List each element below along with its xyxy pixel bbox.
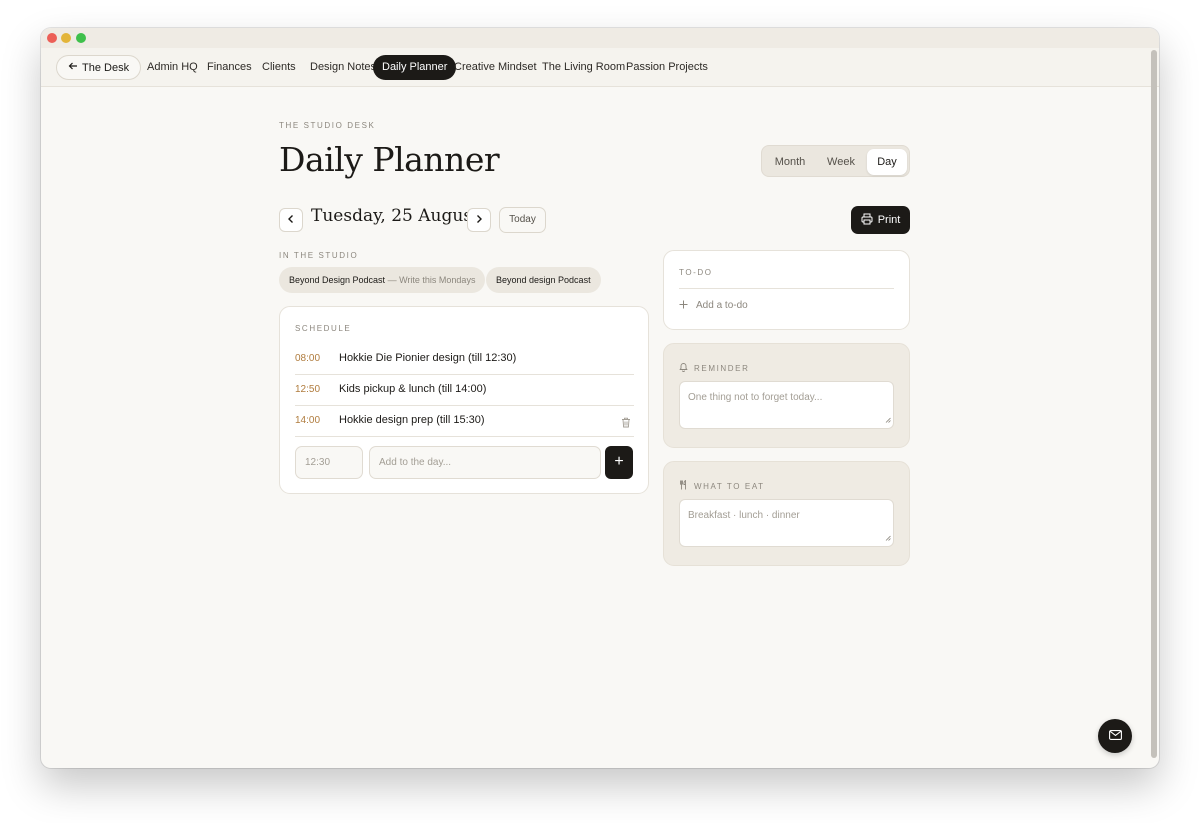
- message-button[interactable]: [1098, 719, 1132, 753]
- current-date: Tuesday, 25 August: [311, 206, 479, 226]
- studio-chip-title: Beyond Design Podcast: [289, 275, 386, 285]
- add-to-day-input[interactable]: Add to the day...: [369, 446, 601, 479]
- todo-heading: TO-DO: [679, 268, 713, 277]
- next-day-button[interactable]: [467, 208, 491, 232]
- studio-chip-title: Beyond design Podcast: [496, 275, 591, 285]
- schedule-heading: SCHEDULE: [295, 324, 352, 333]
- todo-divider: [679, 288, 894, 289]
- schedule-text: Kids pickup & lunch (till 14:00): [339, 383, 487, 395]
- minimize-window-button[interactable]: [61, 33, 71, 43]
- back-to-desk-button[interactable]: The Desk: [56, 55, 142, 80]
- nav-item-finances[interactable]: Finances: [207, 55, 252, 80]
- schedule-time: 14:00: [295, 415, 321, 426]
- add-todo-button[interactable]: Add a to-do: [679, 296, 748, 314]
- schedule-row[interactable]: 14:00 Hokkie design prep (till 15:30): [295, 406, 634, 437]
- zoom-window-button[interactable]: [76, 33, 86, 43]
- add-schedule-button[interactable]: +: [605, 446, 633, 479]
- schedule-text: Hokkie design prep (till 15:30): [339, 414, 485, 426]
- studio-chip[interactable]: Beyond design Podcast: [486, 267, 601, 293]
- page-scrollbar[interactable]: [1151, 50, 1157, 758]
- reminder-textarea[interactable]: One thing not to forget today...: [679, 381, 894, 429]
- view-week-button[interactable]: Week: [816, 149, 866, 175]
- what-to-eat-textarea[interactable]: Breakfast · lunch · dinner: [679, 499, 894, 547]
- print-button[interactable]: Print: [851, 206, 910, 234]
- nav-item-design-notes[interactable]: Design Notes: [310, 55, 376, 80]
- studio-chip-note: — Write this Mondays: [387, 275, 476, 285]
- nav-item-passion-projects[interactable]: Passion Projects: [626, 55, 708, 80]
- schedule-time: 12:50: [295, 384, 321, 395]
- utensils-icon: [679, 477, 688, 495]
- previous-day-button[interactable]: [279, 208, 303, 232]
- chevron-left-icon: [286, 211, 296, 229]
- close-window-button[interactable]: [47, 33, 57, 43]
- nav-item-admin-hq[interactable]: Admin HQ: [147, 55, 198, 80]
- what-to-eat-heading: WHAT TO EAT: [694, 481, 765, 491]
- reminder-heading: REMINDER: [694, 363, 750, 373]
- schedule-row[interactable]: 12:50 Kids pickup & lunch (till 14:00): [295, 375, 634, 406]
- chevron-right-icon: [474, 211, 484, 229]
- add-todo-label: Add a to-do: [696, 299, 748, 311]
- app-window: The Desk Admin HQ Finances Clients Desig…: [41, 28, 1159, 768]
- studio-chip[interactable]: Beyond Design Podcast — Write this Monda…: [279, 267, 486, 293]
- nav-item-creative-mindset[interactable]: Creative Mindset: [454, 55, 537, 80]
- view-month-button[interactable]: Month: [765, 149, 815, 175]
- mail-icon: [1108, 727, 1122, 745]
- resize-handle-icon[interactable]: [885, 415, 891, 426]
- nav-item-clients[interactable]: Clients: [262, 55, 296, 80]
- todo-card: TO-DO Add a to-do: [663, 250, 910, 330]
- page-kicker: THE STUDIO DESK: [279, 121, 376, 130]
- arrow-left-icon: [68, 61, 78, 74]
- nav-item-daily-planner[interactable]: Daily Planner: [373, 55, 457, 80]
- schedule-time: 08:00: [295, 353, 321, 364]
- window-titlebar: [41, 28, 1159, 48]
- schedule-text: Hokkie Die Pionier design (till 12:30): [339, 352, 517, 364]
- print-label: Print: [877, 214, 901, 226]
- page-title: Daily Planner: [279, 140, 500, 179]
- today-button[interactable]: Today: [499, 207, 546, 233]
- nav-item-the-living-room[interactable]: The Living Room: [542, 55, 625, 80]
- view-toggle: Month Week Day: [761, 145, 910, 177]
- studio-heading: IN THE STUDIO: [279, 251, 359, 260]
- schedule-card: SCHEDULE 08:00 Hokkie Die Pionier design…: [279, 306, 649, 494]
- reminder-card: REMINDER One thing not to forget today..…: [663, 343, 910, 448]
- bell-icon: [679, 359, 688, 377]
- printer-icon: [861, 213, 873, 228]
- resize-handle-icon[interactable]: [885, 533, 891, 544]
- back-to-desk-label: The Desk: [82, 61, 130, 74]
- top-navigation: The Desk Admin HQ Finances Clients Desig…: [41, 48, 1159, 87]
- view-day-button[interactable]: Day: [867, 149, 907, 175]
- what-to-eat-card: WHAT TO EAT Breakfast · lunch · dinner: [663, 461, 910, 566]
- what-to-eat-placeholder: Breakfast · lunch · dinner: [688, 510, 800, 521]
- schedule-row[interactable]: 08:00 Hokkie Die Pionier design (till 12…: [295, 344, 634, 375]
- trash-icon[interactable]: [621, 415, 631, 433]
- time-input[interactable]: 12:30: [295, 446, 363, 479]
- plus-icon: [679, 296, 688, 314]
- reminder-placeholder: One thing not to forget today...: [688, 392, 823, 403]
